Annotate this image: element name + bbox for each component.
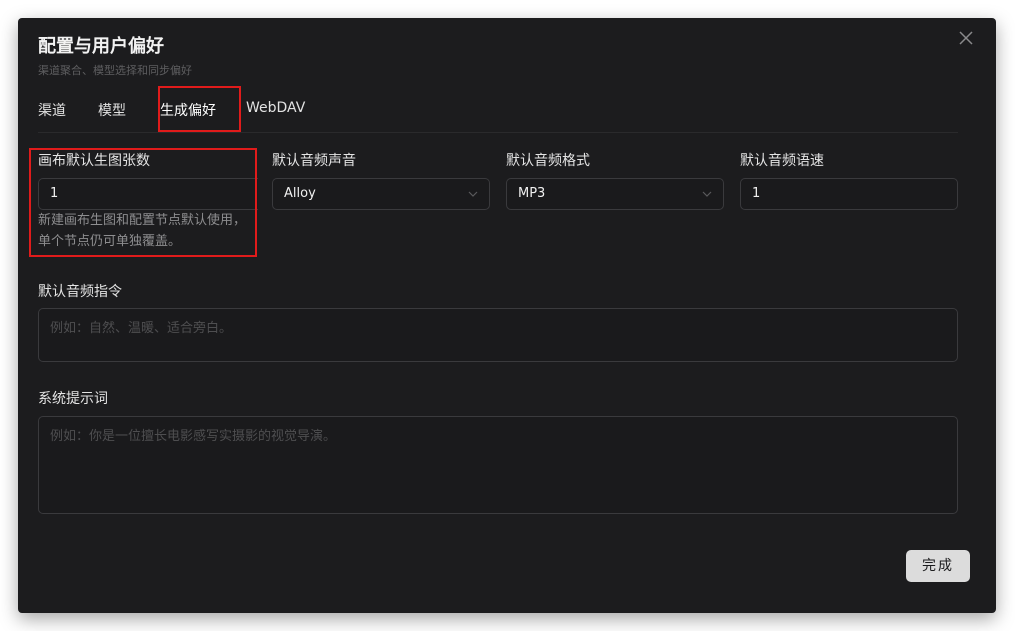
done-button[interactable]: 完成 (906, 550, 970, 582)
dialog-subtitle: 渠道聚合、模型选择和同步偏好 (38, 64, 192, 77)
audio-format-value: MP3 (518, 186, 546, 201)
close-button[interactable] (956, 28, 976, 48)
close-icon (959, 31, 973, 45)
audio-format-select[interactable]: MP3 (506, 178, 724, 210)
chevron-down-icon (702, 191, 712, 197)
audio-speed-label: 默认音频语速 (740, 153, 824, 169)
settings-dialog: 配置与用户偏好 渠道聚合、模型选择和同步偏好 渠道 模型 生成偏好 WebDAV… (18, 18, 996, 613)
tab-generation-preferences[interactable]: 生成偏好 (160, 100, 216, 120)
canvas-count-hint: 新建画布生图和配置节点默认使用，单个节点仍可单独覆盖。 (38, 213, 247, 249)
system-prompt-label: 系统提示词 (38, 391, 108, 407)
audio-speed-input[interactable]: 1 (740, 178, 958, 210)
tab-bar: 渠道 模型 生成偏好 WebDAV (38, 98, 958, 133)
tab-webdav[interactable]: WebDAV (246, 100, 305, 116)
system-prompt-placeholder: 例如：你是一位擅长电影感写实摄影的视觉导演。 (50, 429, 337, 444)
canvas-count-value: 1 (50, 186, 59, 201)
audio-instruction-label: 默认音频指令 (38, 284, 122, 300)
canvas-count-label: 画布默认生图张数 (38, 153, 150, 169)
tab-channels[interactable]: 渠道 (38, 100, 66, 120)
dialog-title: 配置与用户偏好 (38, 36, 164, 57)
audio-speed-value: 1 (752, 186, 761, 201)
canvas-count-input[interactable]: 1 (38, 178, 258, 210)
tab-models[interactable]: 模型 (98, 100, 126, 120)
audio-voice-value: Alloy (284, 186, 316, 201)
audio-instruction-placeholder: 例如：自然、温暖、适合旁白。 (50, 321, 233, 336)
audio-voice-label: 默认音频声音 (272, 153, 356, 169)
audio-instruction-textarea[interactable]: 例如：自然、温暖、适合旁白。 (38, 308, 958, 362)
system-prompt-textarea[interactable]: 例如：你是一位擅长电影感写实摄影的视觉导演。 (38, 416, 958, 514)
audio-format-label: 默认音频格式 (506, 153, 590, 169)
chevron-down-icon (468, 191, 478, 197)
audio-voice-select[interactable]: Alloy (272, 178, 490, 210)
